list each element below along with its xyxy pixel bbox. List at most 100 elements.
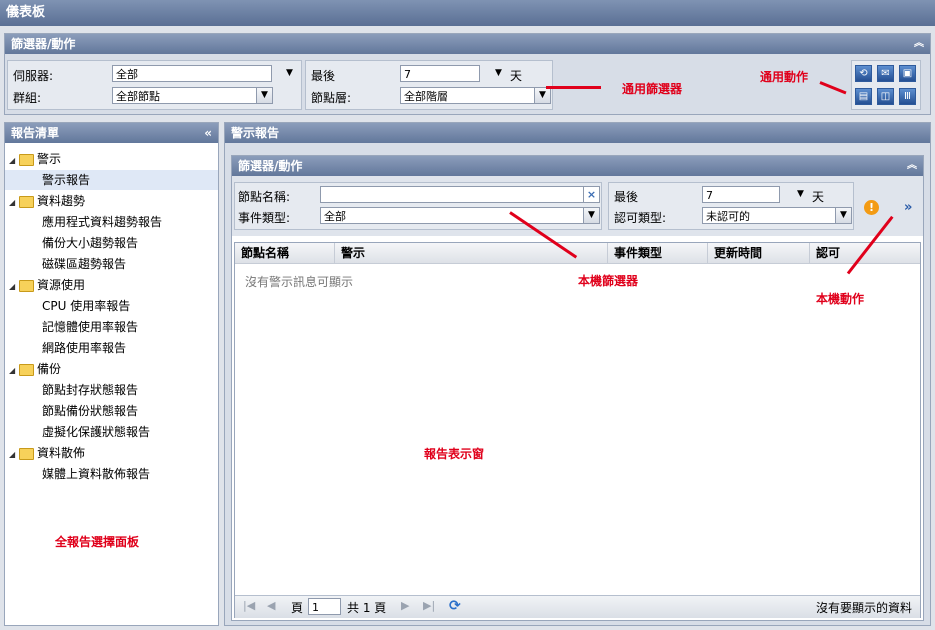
- tree-report-item[interactable]: 網路使用率報告: [5, 338, 218, 358]
- group-dropdown-icon[interactable]: ▼: [256, 87, 273, 104]
- tree-report-item[interactable]: 媒體上資料散佈報告: [5, 464, 218, 484]
- tree-folder-label: 警示: [37, 152, 62, 166]
- tree-folder[interactable]: ◢ 資料趨勢: [9, 191, 218, 211]
- tree-report-item[interactable]: 節點封存狀態報告: [5, 380, 218, 400]
- collapse-up-icon[interactable]: ︽: [907, 156, 917, 176]
- server-dropdown-icon[interactable]: ▼: [286, 68, 293, 78]
- tree-report-label: CPU 使用率報告: [42, 299, 131, 313]
- tree-report-label: 記憶體使用率報告: [42, 320, 139, 334]
- tree-report-item[interactable]: 應用程式資料趨勢報告: [5, 212, 218, 232]
- tree-report-item[interactable]: 磁碟區趨勢報告: [5, 254, 218, 274]
- server-select[interactable]: 全部: [112, 65, 272, 82]
- pager-refresh-icon[interactable]: ⟳: [449, 598, 461, 614]
- server-label: 伺服器:: [13, 69, 54, 83]
- annotation-local-filter: 本機篩選器: [578, 274, 639, 288]
- tree-folder-label: 備份: [37, 362, 62, 376]
- page-label: 頁: [291, 601, 304, 615]
- tree-report-label: 虛擬化保護狀態報告: [42, 425, 151, 439]
- event-type-select[interactable]: 全部: [320, 207, 584, 224]
- next-page-icon[interactable]: ▶: [401, 599, 409, 612]
- node-layer-dropdown-icon[interactable]: ▼: [534, 87, 551, 104]
- email-icon[interactable]: ✉: [877, 65, 894, 82]
- prev-page-icon[interactable]: ◀: [267, 599, 275, 612]
- tree-report-label: 節點備份狀態報告: [42, 404, 139, 418]
- expand-triangle-icon[interactable]: ◢: [9, 361, 19, 381]
- node-name-label: 節點名稱:: [238, 190, 291, 204]
- tree-report-item[interactable]: 備份大小趨勢報告: [5, 233, 218, 253]
- tree-folder-label: 資料趨勢: [37, 194, 86, 208]
- event-type-dropdown-icon[interactable]: ▼: [583, 207, 600, 224]
- collapse-up-icon[interactable]: ︽: [914, 34, 924, 54]
- report-list-panel: 報告清單 « ◢ 警示 警示報告 ◢ 資料趨勢 應用程式資料趨勢報告 備份大小趨勢報告 磁碟區…: [4, 122, 219, 626]
- dashboard-title-bar: 儀表板: [0, 0, 935, 26]
- tree-report-label: 媒體上資料散佈報告: [42, 467, 151, 481]
- local-last-unit: 天: [812, 190, 825, 204]
- annotation-report-window: 報告表示窗: [424, 447, 485, 461]
- tree-report-item[interactable]: 警示報告: [5, 170, 218, 190]
- local-filter-panel: 篩選器/動作 ︽ 節點名稱: × 事件類型: 全部 ▼ 最後 7 ▼ 天 認可類…: [231, 155, 924, 621]
- col-update-time[interactable]: 更新時間: [708, 243, 810, 263]
- ack-type-dropdown-icon[interactable]: ▼: [835, 207, 852, 224]
- last-days-dropdown-icon[interactable]: ▼: [495, 68, 502, 78]
- layout-single-icon[interactable]: ▤: [855, 88, 872, 105]
- export-icon[interactable]: ▣: [899, 65, 916, 82]
- tree-report-item[interactable]: 虛擬化保護狀態報告: [5, 422, 218, 442]
- folder-icon: [19, 279, 34, 292]
- global-filter-title: 篩選器/動作: [11, 37, 76, 51]
- ack-type-select[interactable]: 未認可的: [702, 207, 836, 224]
- node-layer-label: 節點層:: [311, 91, 352, 105]
- local-last-days-dropdown-icon[interactable]: ▼: [797, 189, 804, 199]
- expand-triangle-icon[interactable]: ◢: [9, 445, 19, 465]
- refresh-icon[interactable]: ⟲: [855, 65, 872, 82]
- col-node-name[interactable]: 節點名稱: [235, 243, 335, 263]
- alert-report-panel: 警示報告 篩選器/動作 ︽ 節點名稱: × 事件類型: 全部 ▼ 最後 7 ▼ …: [224, 122, 931, 626]
- local-last-days-input[interactable]: 7: [702, 186, 780, 203]
- expand-triangle-icon[interactable]: ◢: [9, 193, 19, 213]
- tree-folder[interactable]: ◢ 警示: [9, 149, 218, 169]
- first-page-icon[interactable]: |◀: [243, 599, 255, 612]
- annotation-local-actions: 本機動作: [816, 292, 865, 306]
- folder-icon: [19, 153, 34, 166]
- clear-icon[interactable]: ×: [583, 186, 600, 203]
- tree-folder[interactable]: ◢ 資料散佈: [9, 443, 218, 463]
- group-label: 群組:: [13, 91, 42, 105]
- warning-icon[interactable]: !: [864, 200, 879, 215]
- collapse-left-icon[interactable]: «: [204, 123, 212, 143]
- last-days-input[interactable]: 7: [400, 65, 480, 82]
- tree-folder[interactable]: ◢ 資源使用: [9, 275, 218, 295]
- tree-folder-label: 資料散佈: [37, 446, 86, 460]
- folder-icon: [19, 363, 34, 376]
- empty-message: 沒有警示訊息可顯示: [245, 275, 354, 289]
- last-page-icon[interactable]: ▶|: [423, 599, 435, 612]
- dashboard-title: 儀表板: [6, 5, 46, 20]
- node-name-input[interactable]: [320, 186, 584, 203]
- folder-icon: [19, 195, 34, 208]
- pager-status: 沒有要顯示的資料: [815, 601, 912, 615]
- tree-report-item[interactable]: 記憶體使用率報告: [5, 317, 218, 337]
- event-type-label: 事件類型:: [238, 211, 291, 225]
- node-layer-select[interactable]: 全部階層: [400, 87, 535, 104]
- report-list-header: 報告清單 «: [5, 123, 218, 143]
- global-filter-header: 篩選器/動作 ︽: [5, 34, 930, 54]
- layout-two-column-icon[interactable]: ◫: [877, 88, 894, 105]
- tree-report-label: 磁碟區趨勢報告: [42, 257, 127, 271]
- local-filter-header: 篩選器/動作 ︽: [232, 156, 923, 176]
- last-label: 最後: [311, 69, 336, 83]
- pager-bar: |◀ ◀ 頁 1 共 1 頁 ▶ ▶| ⟳ 沒有要顯示的資料: [235, 595, 920, 618]
- tree-folder[interactable]: ◢ 備份: [9, 359, 218, 379]
- expand-triangle-icon[interactable]: ◢: [9, 277, 19, 297]
- tree-report-label: 網路使用率報告: [42, 341, 127, 355]
- page-number-input[interactable]: 1: [308, 598, 341, 615]
- folder-icon: [19, 447, 34, 460]
- expand-actions-icon[interactable]: »: [904, 200, 912, 215]
- global-filter-arrow: [546, 86, 601, 89]
- tree-report-item[interactable]: CPU 使用率報告: [5, 296, 218, 316]
- group-select[interactable]: 全部節點: [112, 87, 257, 104]
- expand-triangle-icon[interactable]: ◢: [9, 151, 19, 171]
- layout-three-column-icon[interactable]: Ⅲ: [899, 88, 916, 105]
- col-event-type[interactable]: 事件類型: [608, 243, 708, 263]
- tree-report-item[interactable]: 節點備份狀態報告: [5, 401, 218, 421]
- tree-report-label: 節點封存狀態報告: [42, 383, 139, 397]
- total-pages: 共 1 頁: [347, 601, 387, 615]
- annotation-global-actions: 通用動作: [760, 70, 809, 84]
